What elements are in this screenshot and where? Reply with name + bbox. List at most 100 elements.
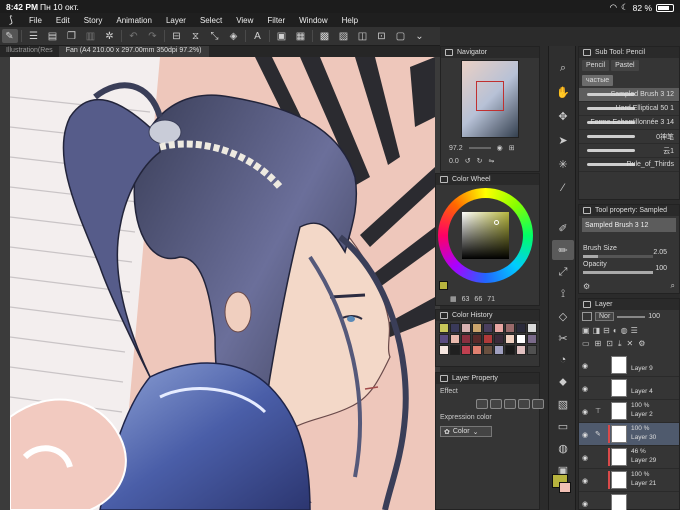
mask-icon[interactable]: ◐ xyxy=(613,326,618,335)
layer-row[interactable]: ◉ ⊤ 100 % Layer 2 xyxy=(579,400,679,423)
current-sub-color[interactable] xyxy=(559,482,571,493)
menu-lines-icon[interactable]: ☰ xyxy=(26,29,42,43)
grid-icon[interactable]: ▩ xyxy=(317,29,333,43)
color-history-swatch[interactable] xyxy=(516,345,526,355)
pencil-tool-icon[interactable]: ✏ xyxy=(552,240,574,260)
color-history-swatch[interactable] xyxy=(450,334,460,344)
undo-icon[interactable]: ↶ xyxy=(126,29,142,43)
eye-icon[interactable]: ◉ xyxy=(582,454,588,462)
fill-tool-icon[interactable]: ⬥ xyxy=(552,372,574,392)
color-history-swatch[interactable] xyxy=(439,323,449,333)
color-history-swatch[interactable] xyxy=(461,334,471,344)
scale-icon[interactable]: ⤡ xyxy=(207,29,223,43)
brush-item[interactable]: 0神笔 xyxy=(579,130,679,144)
menu-story[interactable]: Story xyxy=(77,16,110,25)
color-history-swatch[interactable] xyxy=(450,345,460,355)
eye-icon[interactable]: ◉ xyxy=(582,500,588,508)
layer-row[interactable]: ◉ 46 % Layer 29 xyxy=(579,446,679,469)
color-history-swatch[interactable] xyxy=(461,345,471,355)
menu-window[interactable]: Window xyxy=(292,16,334,25)
merge-icon[interactable]: ⤓ xyxy=(618,339,622,349)
color-history-swatch[interactable] xyxy=(527,345,537,355)
eye-icon[interactable]: ◉ xyxy=(582,362,588,370)
menu-filter[interactable]: Filter xyxy=(260,16,292,25)
transform-icon[interactable]: ⧖ xyxy=(188,29,204,43)
rotate-left-icon[interactable]: ↺ xyxy=(465,157,471,165)
clear-icon[interactable]: ⊟ xyxy=(169,29,185,43)
decoration-tool-icon[interactable]: ✂ xyxy=(552,328,574,348)
eye-icon[interactable]: ◉ xyxy=(582,477,588,485)
saturation-value-square[interactable] xyxy=(462,212,509,259)
color-history-swatch[interactable] xyxy=(483,345,493,355)
color-history-swatch[interactable] xyxy=(494,323,504,333)
selection-icon[interactable]: ▦ xyxy=(293,29,309,43)
brush-tool-icon[interactable]: ⤢ xyxy=(552,262,574,282)
hand-tool-icon[interactable]: ✋ xyxy=(552,82,574,102)
layer-row[interactable]: ◉ 100 % Layer 21 xyxy=(579,469,679,492)
color-history-swatch[interactable] xyxy=(527,323,537,333)
lock-icon[interactable]: ⊟ xyxy=(603,326,610,335)
crop-icon[interactable]: ⊡ xyxy=(374,29,390,43)
text-tool-side-icon[interactable]: ◍ xyxy=(552,438,574,458)
magic-wand-icon[interactable]: ✳ xyxy=(552,154,574,174)
menu-edit[interactable]: Edit xyxy=(49,16,77,25)
tab-chastye[interactable]: частые xyxy=(582,75,614,86)
layer-row[interactable]: ◉ xyxy=(579,492,679,510)
layer-row[interactable]: ◉ Layer 9 xyxy=(579,354,679,377)
color-history-swatch[interactable] xyxy=(439,345,449,355)
drawing-canvas[interactable] xyxy=(10,57,435,510)
effect-watercolor-icon[interactable] xyxy=(490,399,502,409)
color-history-swatch[interactable] xyxy=(439,334,449,344)
color-history-swatch[interactable] xyxy=(505,345,515,355)
app-logo-icon[interactable]: ⟆ xyxy=(0,15,22,26)
main-color-swatch[interactable] xyxy=(439,281,448,290)
reference-icon[interactable]: ◨ xyxy=(593,326,601,335)
eye-icon[interactable]: ◉ xyxy=(582,385,588,393)
zoom-slider[interactable] xyxy=(468,147,491,149)
color-picker-cursor[interactable] xyxy=(494,220,499,225)
hue-ring[interactable] xyxy=(438,188,533,283)
brush-item[interactable]: Hard Elliptical 50 1 xyxy=(579,102,679,116)
navigator-preview[interactable] xyxy=(461,60,519,138)
color-history-swatch[interactable] xyxy=(450,323,460,333)
effect-tone-icon[interactable] xyxy=(504,399,516,409)
rotate-right-icon[interactable]: ↻ xyxy=(477,157,483,165)
zoom-tool-icon[interactable]: ⌕ xyxy=(552,58,574,78)
eyedropper-icon[interactable]: ⁄ xyxy=(552,178,574,198)
redo-icon[interactable]: ↷ xyxy=(145,29,161,43)
trash-icon[interactable]: ▥ xyxy=(83,29,99,43)
blend-tool-icon[interactable]: ◔ xyxy=(552,350,574,370)
tab-fan[interactable]: Fan (A4 210.00 x 297.00mm 350dpi 97.2%) xyxy=(59,46,209,57)
tab-pastel[interactable]: Pastel xyxy=(611,60,639,71)
text-tool-icon[interactable]: A xyxy=(250,29,266,43)
color-history-swatch[interactable] xyxy=(483,323,493,333)
layer-settings-icon[interactable]: ⚙ xyxy=(638,339,645,349)
frame-icon[interactable]: ◫ xyxy=(355,29,371,43)
delete-layer-icon[interactable]: ✕ xyxy=(627,339,634,349)
search-icon[interactable]: ⌕ xyxy=(671,281,675,291)
layer-icon[interactable]: ▣ xyxy=(274,29,290,43)
layer-menu-icon[interactable]: ☰ xyxy=(631,326,638,335)
flip-icon[interactable]: ⇋ xyxy=(488,157,494,165)
effect-border-icon[interactable] xyxy=(476,399,488,409)
menu-select[interactable]: Select xyxy=(193,16,229,25)
menu-view[interactable]: View xyxy=(229,16,260,25)
effect-color-icon[interactable] xyxy=(532,399,544,409)
color-mode-icon[interactable]: ▦ xyxy=(450,295,457,303)
expression-color-select[interactable]: ✿ Color ⌄ xyxy=(440,426,492,437)
ruler-icon[interactable]: ▨ xyxy=(336,29,352,43)
settings-gear-icon[interactable]: ✲ xyxy=(102,29,118,43)
effect-extract-icon[interactable] xyxy=(518,399,530,409)
new-raster-icon[interactable]: ⊞ xyxy=(595,339,602,349)
tab-pencil[interactable]: Pencil xyxy=(582,60,610,71)
pen-mode-icon[interactable]: ✎ xyxy=(1,29,18,43)
color-history-swatch[interactable] xyxy=(527,334,537,344)
menu-animation[interactable]: Animation xyxy=(109,16,159,25)
eye-icon[interactable]: ◉ xyxy=(582,431,588,439)
menu-file[interactable]: File xyxy=(22,16,49,25)
color-history-swatch[interactable] xyxy=(516,323,526,333)
clip-icon[interactable]: ▣ xyxy=(582,326,590,335)
color-history-swatch[interactable] xyxy=(472,323,482,333)
figure-tool-icon[interactable]: ▭ xyxy=(552,416,574,436)
menu-help[interactable]: Help xyxy=(335,16,365,25)
